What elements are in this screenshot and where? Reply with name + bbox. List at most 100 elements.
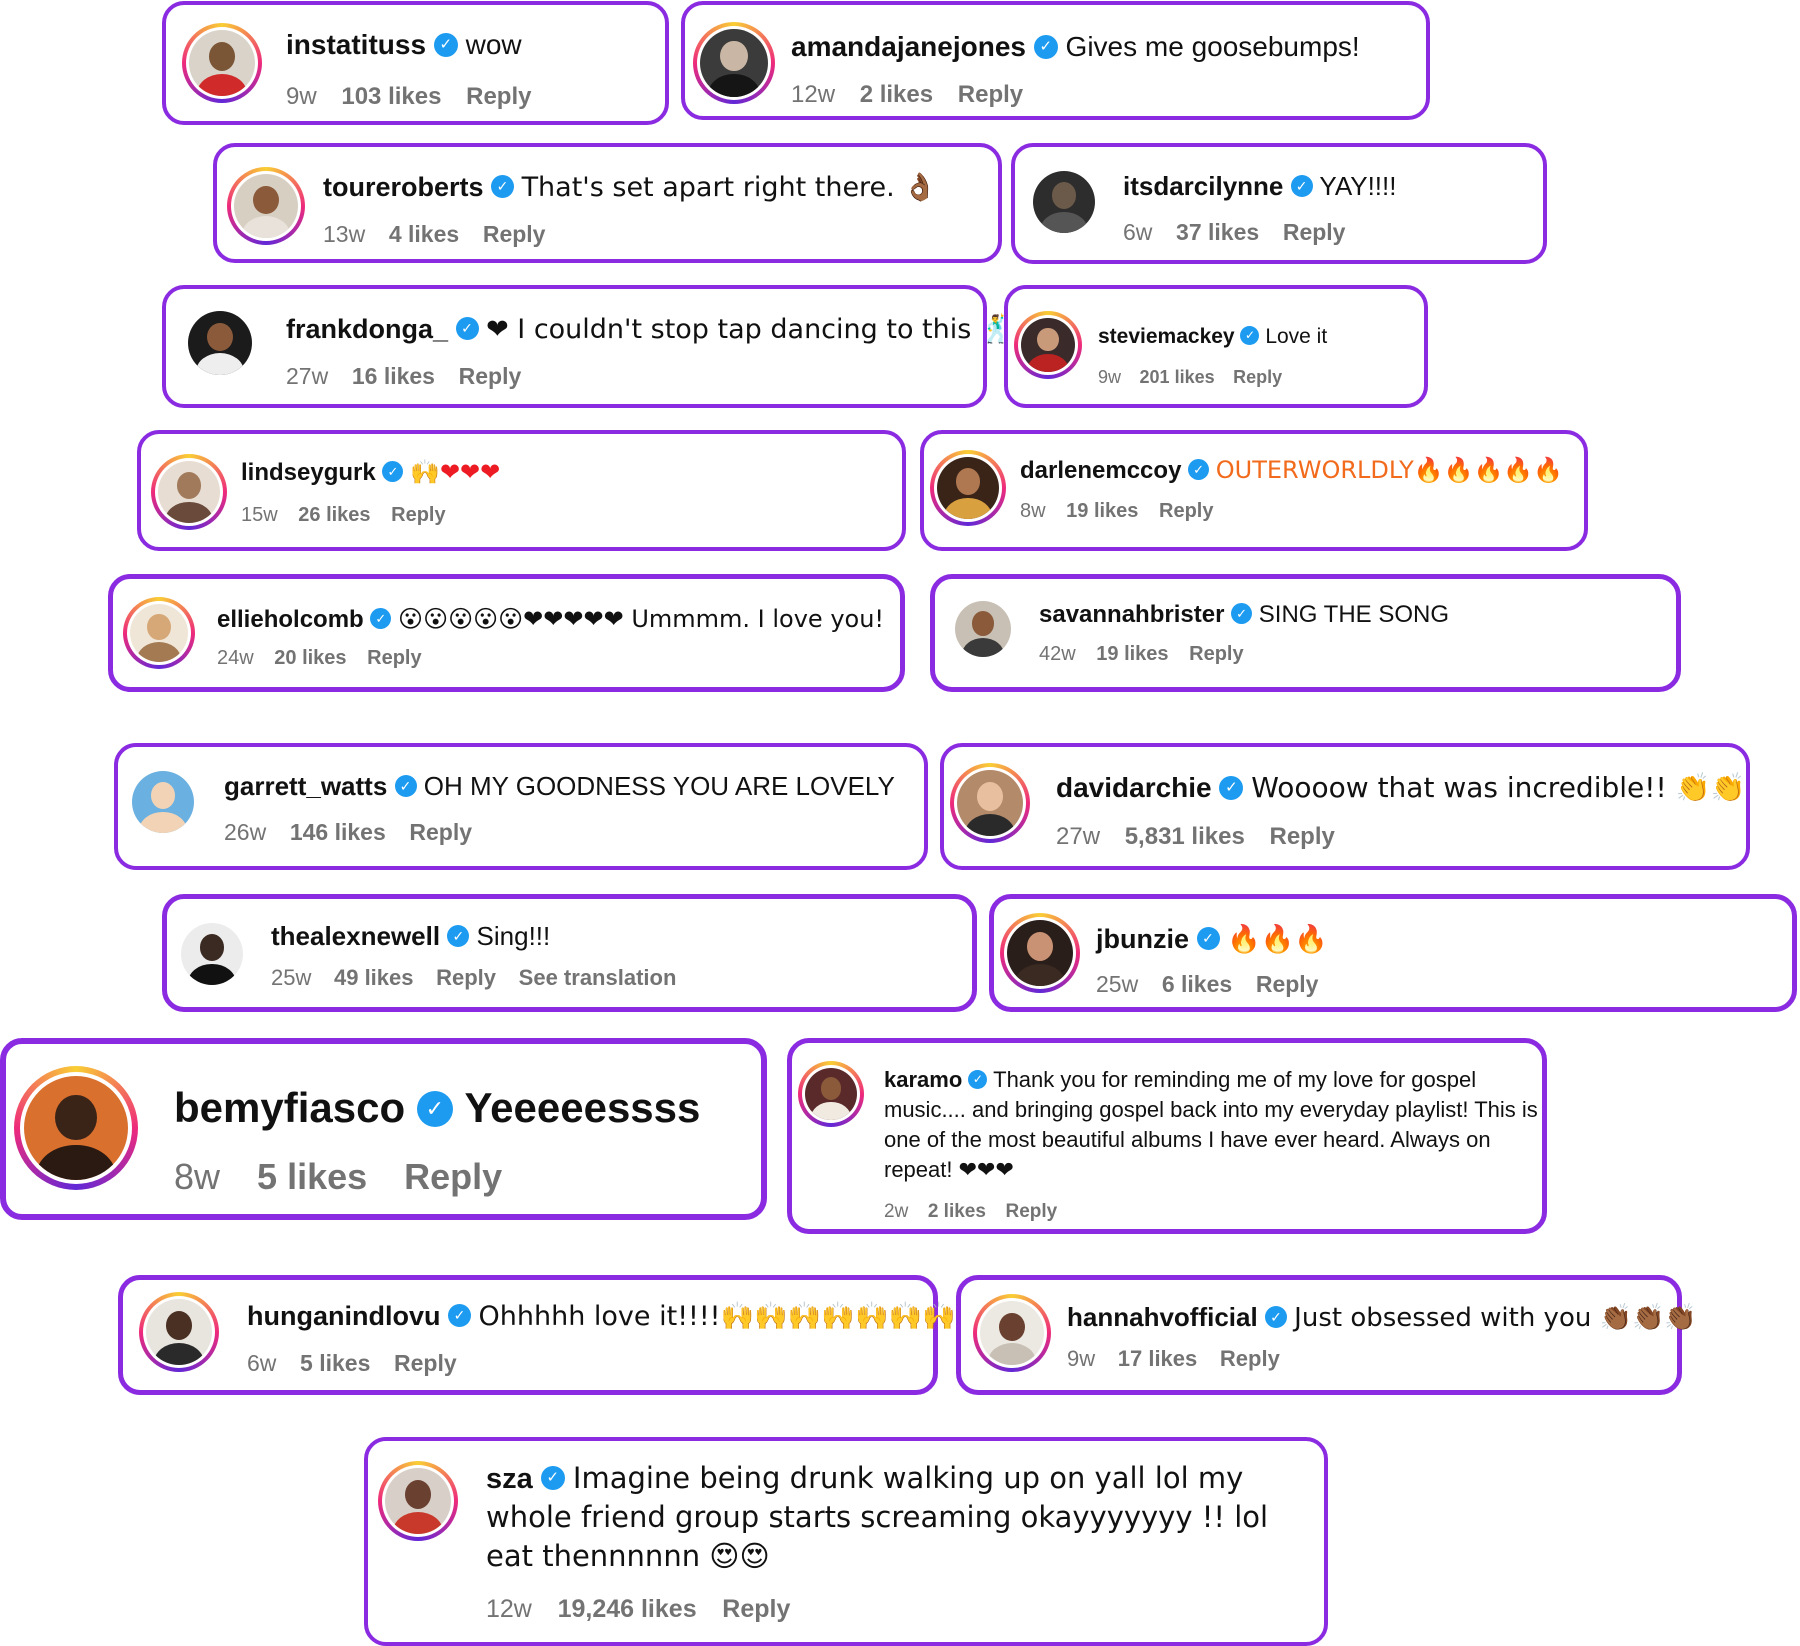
verified-badge-icon: ✓ — [447, 925, 470, 948]
likes-count[interactable]: 5 likes — [300, 1350, 370, 1376]
avatar[interactable] — [151, 454, 227, 530]
username[interactable]: amandajanejones — [791, 31, 1026, 62]
avatar[interactable] — [188, 311, 252, 375]
reply-button[interactable]: Reply — [722, 1595, 790, 1623]
comment-text: Gives me goosebumps! — [1065, 31, 1360, 62]
username[interactable]: darlenemccoy — [1020, 457, 1181, 484]
reply-button[interactable]: Reply — [394, 1350, 457, 1376]
comment-text: SING THE SONG — [1258, 601, 1450, 628]
comment-card-hunganindlovu: hunganindlovu ✓ Ohhhhh love it!!!!🙌🙌🙌🙌🙌🙌… — [118, 1275, 956, 1395]
likes-count[interactable]: 4 likes — [389, 221, 459, 247]
comment-age: 6w — [1123, 219, 1153, 245]
likes-count[interactable]: 19,246 likes — [558, 1595, 697, 1623]
reply-button[interactable]: Reply — [409, 819, 472, 845]
comment-age: 8w — [1020, 500, 1046, 522]
likes-count[interactable]: 19 likes — [1066, 500, 1138, 522]
avatar[interactable] — [123, 597, 195, 669]
reply-button[interactable]: Reply — [404, 1156, 502, 1197]
avatar[interactable] — [181, 923, 243, 985]
reply-button[interactable]: Reply — [1256, 971, 1319, 997]
comment-text: Ohhhhh love it!!!!🙌🙌🙌🙌🙌🙌🙌 — [478, 1301, 956, 1332]
likes-count[interactable]: 20 likes — [274, 647, 346, 669]
avatar[interactable] — [14, 1066, 138, 1190]
reply-button[interactable]: Reply — [1189, 643, 1243, 665]
username[interactable]: karamo — [884, 1067, 962, 1092]
comment-text: Imagine being drunk walking up on yall l… — [486, 1461, 1269, 1573]
comment-age: 8w — [174, 1156, 221, 1197]
verified-badge-icon: ✓ — [433, 32, 458, 57]
reply-button[interactable]: Reply — [1159, 500, 1213, 522]
username[interactable]: ellieholcomb — [217, 606, 364, 633]
reply-button[interactable]: Reply — [958, 81, 1023, 108]
likes-count[interactable]: 146 likes — [290, 819, 386, 845]
username[interactable]: toureroberts — [323, 172, 484, 202]
comment-text: YAY!!!! — [1319, 171, 1397, 201]
avatar[interactable] — [950, 763, 1030, 843]
comment-age: 13w — [323, 221, 366, 247]
likes-count[interactable]: 6 likes — [1162, 971, 1232, 997]
username[interactable]: itsdarcilynne — [1123, 171, 1283, 201]
avatar[interactable] — [227, 167, 305, 245]
username[interactable]: lindseygurk — [241, 459, 376, 486]
reply-button[interactable]: Reply — [466, 83, 531, 110]
avatar[interactable] — [930, 450, 1006, 526]
likes-count[interactable]: 2 likes — [928, 1201, 986, 1222]
comment-age: 24w — [217, 647, 254, 669]
avatar[interactable] — [182, 23, 262, 103]
comment-age: 25w — [1096, 971, 1139, 997]
comment-age: 26w — [224, 819, 267, 845]
reply-button[interactable]: Reply — [1269, 823, 1334, 850]
avatar[interactable] — [139, 1292, 219, 1372]
comment-card-savannahbrister: savannahbrister ✓ SING THE SONG 42w 19 l… — [930, 574, 1681, 692]
likes-count[interactable]: 2 likes — [860, 81, 933, 108]
reply-button[interactable]: Reply — [1233, 367, 1282, 387]
username[interactable]: savannahbrister — [1039, 601, 1224, 628]
avatar[interactable] — [378, 1461, 458, 1541]
reply-button[interactable]: Reply — [1283, 219, 1346, 245]
reply-button[interactable]: Reply — [436, 965, 496, 990]
username[interactable]: bemyfiasco — [174, 1084, 405, 1131]
likes-count[interactable]: 19 likes — [1096, 643, 1168, 665]
avatar[interactable] — [1014, 311, 1082, 379]
avatar[interactable] — [1000, 913, 1080, 993]
reply-button[interactable]: Reply — [1005, 1201, 1057, 1222]
comment-card-bemyfiasco: bemyfiasco ✓ Yeeeeessss 8w 5 likes Reply — [0, 1038, 767, 1220]
username[interactable]: steviemackey — [1098, 325, 1235, 348]
avatar[interactable] — [955, 601, 1011, 657]
avatar[interactable] — [1033, 171, 1095, 233]
username[interactable]: frankdonga_ — [286, 314, 448, 344]
reply-button[interactable]: Reply — [391, 504, 445, 526]
verified-badge-icon: ✓ — [1033, 34, 1058, 59]
username[interactable]: thealexnewell — [271, 921, 440, 951]
username[interactable]: sza — [486, 1463, 533, 1495]
see-translation-link[interactable]: See translation — [519, 965, 677, 990]
username[interactable]: instatituss — [286, 29, 426, 60]
likes-count[interactable]: 16 likes — [352, 363, 435, 389]
avatar[interactable] — [973, 1294, 1051, 1372]
likes-count[interactable]: 103 likes — [341, 83, 441, 110]
avatar[interactable] — [798, 1061, 864, 1127]
username[interactable]: jbunzie — [1096, 924, 1189, 954]
verified-badge-icon: ✓ — [491, 175, 515, 199]
comment-text: ❤ I couldn't stop tap dancing to this 🕺 — [486, 314, 1014, 345]
likes-count[interactable]: 201 likes — [1140, 367, 1215, 387]
username[interactable]: davidarchie — [1056, 772, 1212, 803]
comment-card-darlenemccoy: darlenemccoy ✓ OUTERWORLDLY🔥🔥🔥🔥🔥 8w 19 l… — [920, 430, 1588, 551]
username[interactable]: hunganindlovu — [247, 1301, 440, 1331]
reply-button[interactable]: Reply — [459, 363, 522, 389]
username[interactable]: hannahvofficial — [1067, 1302, 1258, 1332]
likes-count[interactable]: 49 likes — [334, 965, 414, 990]
comment-text: wow — [465, 29, 522, 60]
username[interactable]: garrett_watts — [224, 771, 387, 801]
likes-count[interactable]: 5,831 likes — [1125, 823, 1245, 850]
reply-button[interactable]: Reply — [483, 221, 546, 247]
reply-button[interactable]: Reply — [1220, 1346, 1280, 1371]
avatar[interactable] — [132, 771, 194, 833]
reply-button[interactable]: Reply — [367, 647, 421, 669]
likes-count[interactable]: 37 likes — [1176, 219, 1259, 245]
comment-text: Yeeeeessss — [464, 1084, 701, 1131]
likes-count[interactable]: 5 likes — [257, 1156, 367, 1197]
likes-count[interactable]: 26 likes — [298, 504, 370, 526]
likes-count[interactable]: 17 likes — [1118, 1346, 1198, 1371]
avatar[interactable] — [693, 22, 775, 104]
